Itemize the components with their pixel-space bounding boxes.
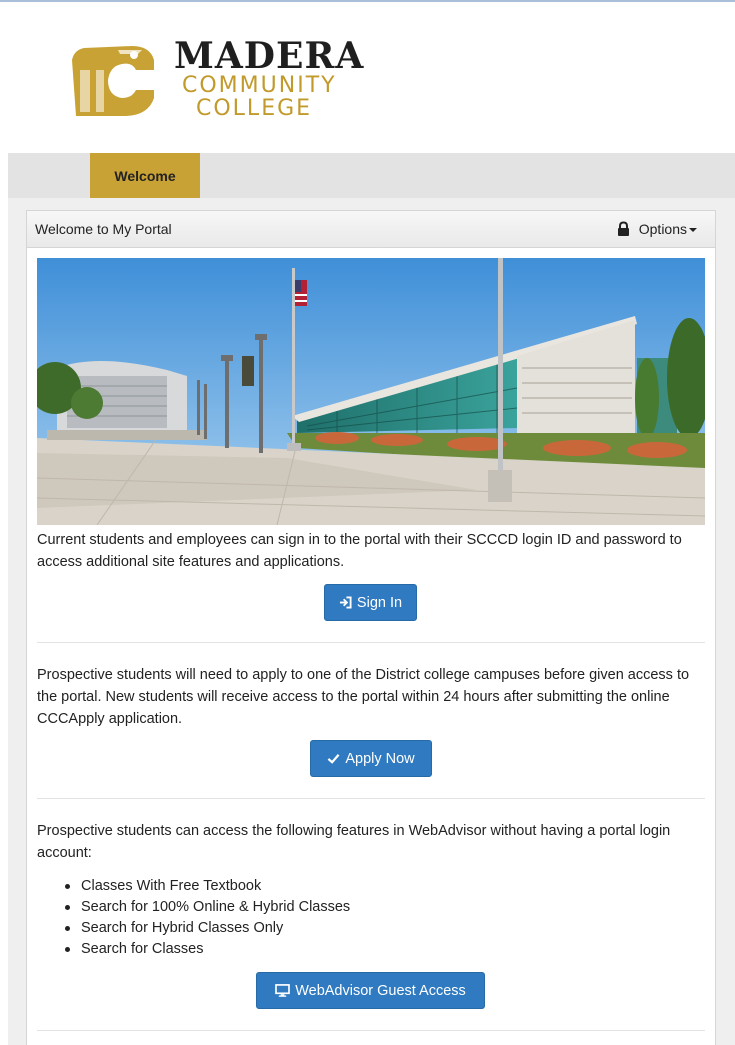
- list-item: Search for Hybrid Classes Only: [65, 918, 350, 939]
- apply-now-label: Apply Now: [345, 750, 415, 767]
- webadvisor-feature-list: Classes With Free Textbook Search for 10…: [65, 876, 350, 960]
- sign-in-label: Sign In: [356, 594, 403, 611]
- list-item: Classes With Free Textbook: [65, 876, 350, 897]
- section-divider: [37, 1030, 705, 1031]
- tab-welcome[interactable]: Welcome: [90, 153, 200, 198]
- college-logo[interactable]: MADERA COMMUNITY COLLEGE: [62, 35, 365, 126]
- logo-wordmark-madera: MADERA: [174, 35, 365, 77]
- panel-header: Welcome to My Portal Options: [27, 211, 715, 248]
- apply-description: Prospective students will need to apply …: [37, 667, 690, 727]
- section-divider: [37, 642, 705, 643]
- sign-in-icon: [339, 596, 352, 609]
- webadvisor-description: Prospective students can access the foll…: [37, 823, 671, 861]
- tab-bar: Welcome: [8, 153, 735, 198]
- webadvisor-guest-access-label: WebAdvisor Guest Access: [295, 982, 466, 999]
- options-dropdown[interactable]: Options: [617, 221, 697, 237]
- check-icon: [328, 754, 340, 764]
- panel-title: Welcome to My Portal: [35, 221, 172, 237]
- college-logo-mark: [72, 46, 154, 116]
- signin-description: Current students and employees can sign …: [37, 532, 682, 570]
- lock-icon: [617, 221, 629, 236]
- welcome-portal-panel: Welcome to My Portal Options Current stu…: [26, 210, 716, 1045]
- caret-down-icon: [689, 228, 697, 232]
- list-item: Search for 100% Online & Hybrid Classes: [65, 897, 350, 918]
- options-label: Options: [638, 221, 687, 237]
- logo-wordmark-college: COLLEGE: [196, 96, 313, 121]
- section-divider: [37, 798, 705, 799]
- logo-wordmark-community: COMMUNITY: [182, 73, 337, 98]
- sign-in-button[interactable]: Sign In: [324, 584, 417, 621]
- webadvisor-guest-access-button[interactable]: WebAdvisor Guest Access: [256, 972, 485, 1009]
- campus-photo: [37, 258, 705, 525]
- apply-now-button[interactable]: Apply Now: [310, 740, 432, 777]
- list-item: Search for Classes: [65, 939, 350, 960]
- monitor-icon: [275, 984, 291, 997]
- top-rule: [0, 0, 735, 2]
